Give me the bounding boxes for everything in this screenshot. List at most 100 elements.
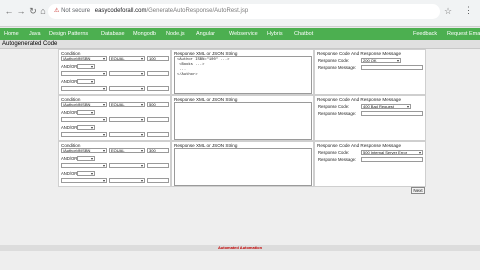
nav-item-feedback[interactable]: Feedback xyxy=(413,28,437,40)
page-title-bar: Autogenerated Code xyxy=(0,40,480,49)
condition-value-text: 500 xyxy=(149,102,156,107)
xml-panel-1: Response XML or JSON String <Author ISBN… xyxy=(171,49,314,95)
kebab-icon[interactable]: ⋮ xyxy=(464,5,473,16)
nav-item-database[interactable]: Database xyxy=(101,28,125,40)
nav-item-java[interactable]: Java xyxy=(29,28,41,40)
nav-item-angular[interactable]: Angular xyxy=(196,28,215,40)
condition-field-select[interactable]: ▾ xyxy=(61,86,107,91)
condition-field-value: /Author/@ISBN xyxy=(63,56,91,61)
nav-item-nodejs[interactable]: Node.js xyxy=(166,28,185,40)
and-or-select[interactable]: ▾ xyxy=(77,64,95,69)
nav-item-request-email[interactable]: Request Email xyxy=(447,28,480,40)
condition-field-select[interactable]: ▾ xyxy=(61,71,107,76)
response-code-select[interactable]: 400 Bad Request ▾ xyxy=(361,104,411,109)
response-code-select[interactable]: 200 OK ▾ xyxy=(361,58,401,63)
chevron-down-icon: ▾ xyxy=(396,58,399,63)
chevron-down-icon: ▾ xyxy=(90,156,93,161)
operator-select[interactable]: ▾ xyxy=(109,178,145,183)
operator-select[interactable]: ▾ xyxy=(109,117,145,122)
chevron-down-icon: ▾ xyxy=(418,150,421,155)
chevron-down-icon: ▾ xyxy=(102,102,105,107)
nav-item-hybris[interactable]: Hybris xyxy=(267,28,283,40)
condition-value-input[interactable] xyxy=(147,71,169,76)
chevron-down-icon: ▾ xyxy=(102,163,105,168)
response-header: Response Code And Response Message xyxy=(317,143,402,148)
nav-item-chatbot[interactable]: Chatbot xyxy=(294,28,313,40)
forward-icon[interactable]: → xyxy=(16,6,26,16)
chevron-down-icon: ▾ xyxy=(140,86,143,91)
condition-field-select[interactable]: ▾ xyxy=(61,132,107,137)
chevron-down-icon: ▾ xyxy=(102,148,105,153)
response-header: Response Code And Response Message xyxy=(317,97,402,102)
home-icon[interactable]: ⌂ xyxy=(38,6,48,16)
condition-value-input[interactable] xyxy=(147,86,169,91)
response-code-value: 500 Internal Server Error xyxy=(363,150,408,155)
next-button[interactable]: Next xyxy=(411,187,425,194)
condition-value-input[interactable] xyxy=(147,117,169,122)
response-message-input[interactable] xyxy=(361,111,423,116)
and-or-label: AND/OR: xyxy=(61,79,79,84)
and-or-select[interactable]: ▾ xyxy=(77,110,95,115)
response-message-input[interactable] xyxy=(361,157,423,162)
xml-panel-3: Response XML or JSON String xyxy=(171,141,314,187)
response-code-value: 200 OK xyxy=(363,58,377,63)
operator-select[interactable]: EQUAL ▾ xyxy=(109,102,145,107)
operator-select[interactable]: ▾ xyxy=(109,86,145,91)
condition-field-value: /Author/@ISBN xyxy=(63,102,91,107)
operator-select[interactable]: ▾ xyxy=(109,163,145,168)
nav-item-mongodb[interactable]: Mongodb xyxy=(133,28,156,40)
xml-textarea[interactable] xyxy=(174,148,312,186)
url-path: /GenerateAutoResponse/AutoRest.jsp xyxy=(146,8,249,14)
condition-field-select[interactable]: /Author/@ISBN ▾ xyxy=(61,102,107,107)
condition-value-input[interactable]: 300 xyxy=(147,148,169,153)
condition-value-input[interactable]: 100 xyxy=(147,56,169,61)
and-or-select[interactable]: ▾ xyxy=(77,79,95,84)
operator-select[interactable]: ▾ xyxy=(109,71,145,76)
condition-field-select[interactable]: /Author/@ISBN ▾ xyxy=(61,56,107,61)
chevron-down-icon: ▾ xyxy=(140,56,143,61)
operator-value: EQUAL xyxy=(111,102,125,107)
nav-item-design-patterns[interactable]: Design Patterns xyxy=(49,28,88,40)
response-code-select[interactable]: 500 Internal Server Error ▾ xyxy=(361,150,423,155)
xml-panel-2: Response XML or JSON String xyxy=(171,95,314,141)
and-or-select[interactable]: ▾ xyxy=(77,156,95,161)
response-message-input[interactable] xyxy=(361,65,423,70)
response-message-label: Response Message: xyxy=(318,111,357,116)
condition-value-input[interactable] xyxy=(147,178,169,183)
condition-value-text: 300 xyxy=(149,148,156,153)
xml-textarea[interactable]: <Author ISBN="100" ...> <Books ...> ... … xyxy=(174,56,312,94)
response-code-label: Response Code: xyxy=(318,58,350,63)
condition-field-value: /Author/@ISBN xyxy=(63,148,91,153)
condition-value-input[interactable]: 500 xyxy=(147,102,169,107)
xml-textarea[interactable] xyxy=(174,102,312,140)
chevron-down-icon: ▾ xyxy=(102,132,105,137)
and-or-select[interactable]: ▾ xyxy=(77,171,95,176)
condition-value-input[interactable] xyxy=(147,163,169,168)
chevron-down-icon: ▾ xyxy=(90,171,93,176)
security-label: Not secure xyxy=(61,8,91,14)
star-icon[interactable]: ☆ xyxy=(444,6,452,17)
warning-icon: ⚠ xyxy=(54,8,60,14)
operator-select[interactable]: ▾ xyxy=(109,132,145,137)
chevron-down-icon: ▾ xyxy=(102,56,105,61)
response-message-label: Response Message: xyxy=(318,157,357,162)
chevron-down-icon: ▾ xyxy=(90,79,93,84)
and-or-select[interactable]: ▾ xyxy=(77,125,95,130)
condition-field-select[interactable]: ▾ xyxy=(61,163,107,168)
back-icon[interactable]: ← xyxy=(4,6,14,16)
operator-select[interactable]: EQUAL ▾ xyxy=(109,148,145,153)
condition-value-input[interactable] xyxy=(147,132,169,137)
condition-field-select[interactable]: /Author/@ISBN ▾ xyxy=(61,148,107,153)
condition-panel-1: Condition /Author/@ISBN ▾ EQUAL ▾ 100 AND/… xyxy=(58,49,171,95)
nav-item-home[interactable]: Home xyxy=(4,28,19,40)
page-title: Autogenerated Code xyxy=(2,41,58,47)
and-or-label: AND/OR: xyxy=(61,64,79,69)
condition-field-select[interactable]: ▾ xyxy=(61,178,107,183)
nav-item-webservice[interactable]: Webservice xyxy=(229,28,258,40)
condition-field-select[interactable]: ▾ xyxy=(61,117,107,122)
address-bar[interactable]: ⚠ Not secure easycodeforall.com/Generate… xyxy=(48,4,440,19)
and-or-label: AND/OR: xyxy=(61,110,79,115)
operator-select[interactable]: EQUAL ▾ xyxy=(109,56,145,61)
response-code-value: 400 Bad Request xyxy=(363,104,394,109)
reload-icon[interactable]: ↻ xyxy=(28,6,38,16)
